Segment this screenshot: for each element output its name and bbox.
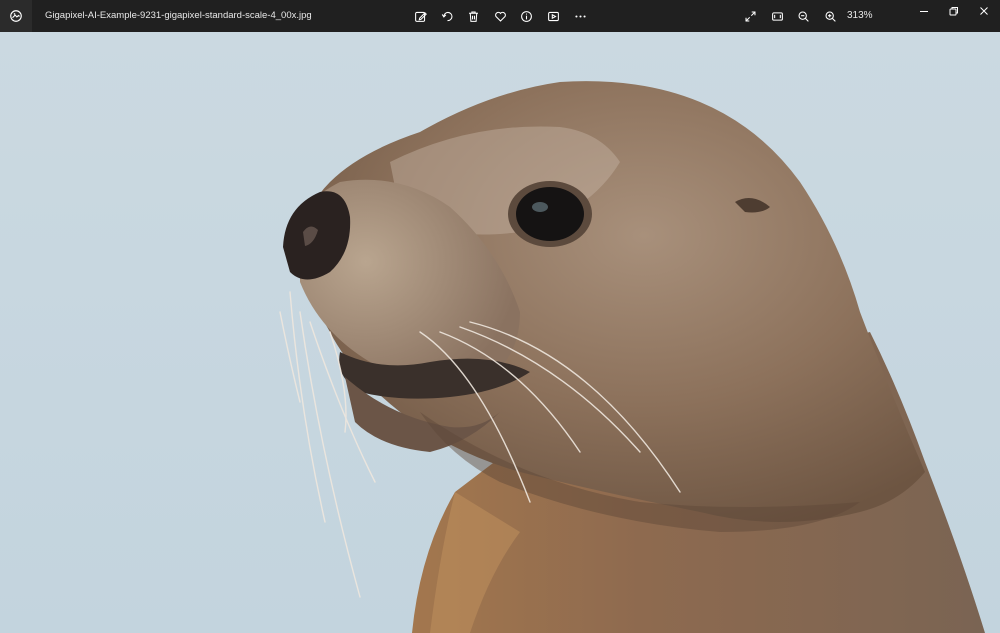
zoom-in-icon[interactable] — [820, 6, 840, 26]
minimize-icon[interactable] — [909, 0, 939, 22]
info-icon[interactable] — [516, 6, 536, 26]
restore-icon[interactable] — [939, 0, 969, 22]
edit-image-icon[interactable] — [410, 6, 430, 26]
zoom-level[interactable]: 313% — [847, 0, 873, 32]
delete-icon[interactable] — [463, 6, 483, 26]
fullscreen-icon[interactable] — [740, 6, 760, 26]
close-icon[interactable] — [969, 0, 999, 22]
fit-to-window-icon[interactable] — [767, 6, 787, 26]
image-canvas[interactable] — [0, 32, 1000, 633]
title-bar: Gigapixel-AI-Example-9231-gigapixel-stan… — [0, 0, 1000, 32]
rotate-icon[interactable] — [437, 6, 457, 26]
favorite-heart-icon[interactable] — [490, 6, 510, 26]
zoom-out-icon[interactable] — [793, 6, 813, 26]
file-name: Gigapixel-AI-Example-9231-gigapixel-stan… — [45, 10, 312, 21]
sea-lion-photo — [0, 32, 1000, 633]
more-options-icon[interactable] — [570, 6, 590, 26]
photos-app-icon[interactable] — [0, 0, 32, 32]
slideshow-icon[interactable] — [543, 6, 563, 26]
